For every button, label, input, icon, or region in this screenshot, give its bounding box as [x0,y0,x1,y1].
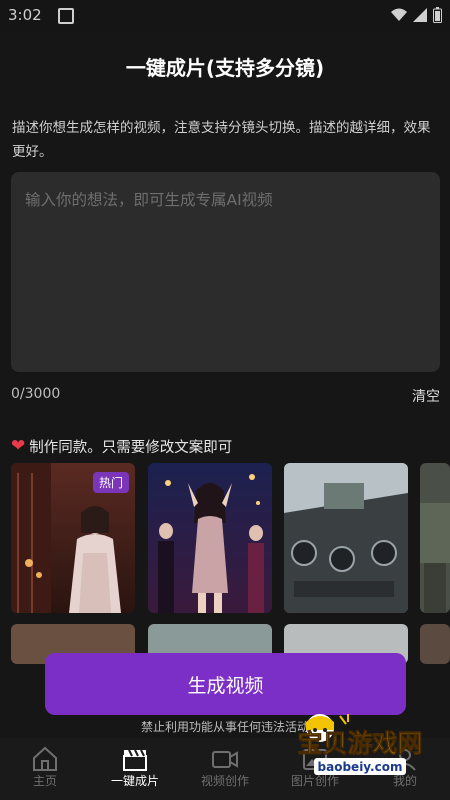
templates-header-label: 制作同款。只需要修改文案即可 [29,440,233,456]
home-icon [33,746,57,771]
tab-one-click[interactable]: 一键成片 [90,738,180,800]
battery-icon [433,7,442,23]
clapperboard-icon [123,749,147,771]
status-time: 3:02 [8,6,42,24]
template-thumbnail-image [284,463,408,613]
template-card[interactable] [148,463,272,613]
template-card[interactable]: 热门 [11,463,135,613]
clear-button[interactable]: 清空 [412,386,440,406]
tab-video-creation[interactable]: 视频创作 [180,738,270,800]
heart-icon: ❤ [11,436,26,456]
template-thumbnail-image [148,463,272,613]
tab-label: 一键成片 [110,774,159,788]
templates-header: ❤ 制作同款。只需要修改文案即可 [11,436,232,457]
notification-app-icon [58,8,74,24]
page-title: 一键成片(支持多分镜) [125,56,325,80]
signal-icon [413,8,427,22]
template-card[interactable] [420,463,450,613]
watermark-logo: 宝贝游戏网 baobeiy.com [297,714,423,775]
hot-badge: 热门 [92,472,129,493]
generate-video-button[interactable]: 生成视频 [45,653,406,715]
prompt-input[interactable] [11,172,440,372]
watermark-url: baobeiy.com [318,760,403,774]
tab-label: 主页 [32,774,57,788]
template-card[interactable] [284,463,408,613]
status-icons [391,7,442,23]
status-bar: 3:02 [0,0,450,32]
tab-label: 视频创作 [200,774,249,788]
watermark-title: 宝贝游戏网 [297,729,422,758]
instruction-text: 描述你想生成怎样的视频，注意支持分镜头切换。描述的越详细，效果更好。 [12,120,431,160]
template-thumbnail-image [420,463,450,613]
video-camera-icon [212,751,238,768]
wifi-icon [391,8,407,21]
template-card[interactable] [420,624,450,664]
prompt-box [11,172,440,372]
tab-home[interactable]: 主页 [0,738,90,800]
char-counter: 0/3000 [11,386,61,402]
